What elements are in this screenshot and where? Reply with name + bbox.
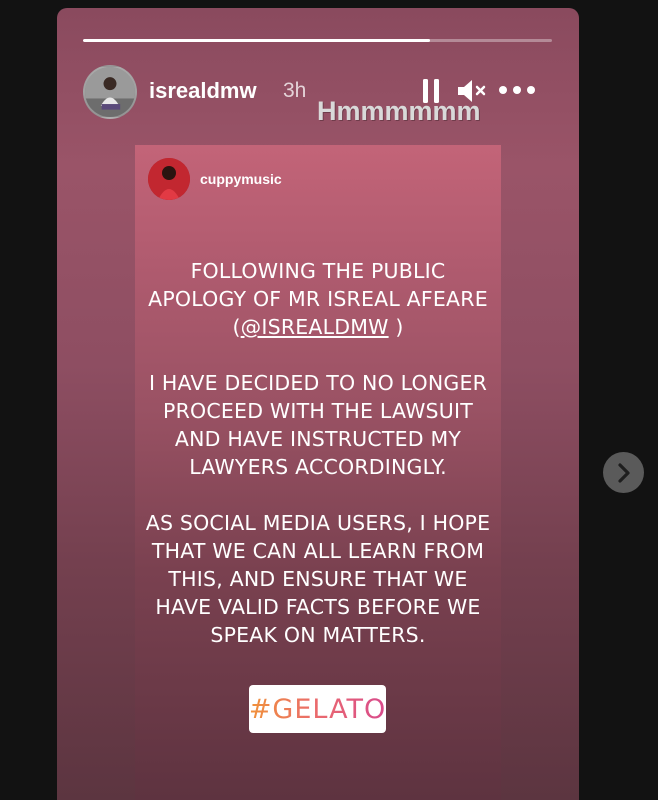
- more-dots-icon: [499, 86, 535, 94]
- repost-avatar[interactable]: [148, 158, 190, 200]
- hashtag-sticker-text: #GELATO: [248, 693, 387, 725]
- post-line: AS SOCIAL MEDIA USERS, I HOPE: [145, 511, 491, 535]
- chevron-right-icon: [617, 462, 630, 483]
- story-progress-bar: [83, 39, 552, 42]
- mention-link[interactable]: @ISREALDMW: [241, 315, 389, 339]
- post-line: I HAVE DECIDED TO NO LONGER: [148, 371, 488, 395]
- reposted-story-card[interactable]: cuppymusic FOLLOWING THE PUBLIC APOLOGY …: [135, 145, 501, 800]
- post-line: AND HAVE INSTRUCTED MY: [174, 427, 462, 451]
- user-avatar[interactable]: [83, 65, 137, 119]
- avatar-photo: [85, 67, 135, 117]
- post-line: PROCEED WITH THE LAWSUIT: [163, 399, 473, 423]
- post-line: SPEAK ON MATTERS.: [210, 623, 426, 647]
- story-viewer[interactable]: isrealdmw 3h Hmmmmmm cuppymusic FOLLOWIN…: [57, 8, 579, 800]
- post-line: LAWYERS ACCORDINGLY.: [189, 455, 447, 479]
- story-caption: Hmmmmmm: [317, 96, 481, 126]
- post-line: APOLOGY OF MR ISREAL AFEARE: [148, 287, 488, 311]
- next-story-button[interactable]: [603, 452, 644, 493]
- post-line: THIS, AND ENSURE THAT WE: [168, 567, 468, 591]
- repost-username[interactable]: cuppymusic: [200, 171, 282, 187]
- repost-avatar-photo: [148, 158, 190, 200]
- post-line: THAT WE CAN ALL LEARN FROM: [151, 539, 485, 563]
- mention-close-paren: ): [388, 315, 404, 339]
- story-username[interactable]: isrealdmw: [149, 78, 257, 104]
- mention-open-paren: (: [232, 315, 241, 339]
- post-line-mention: (@ISREALDMW ): [135, 313, 501, 341]
- more-options-button[interactable]: [497, 78, 537, 102]
- hashtag-sticker[interactable]: #GELATO: [249, 685, 386, 733]
- story-timestamp: 3h: [283, 79, 307, 102]
- post-line: FOLLOWING THE PUBLIC: [190, 259, 446, 283]
- post-text-block: FOLLOWING THE PUBLIC APOLOGY OF MR ISREA…: [135, 257, 501, 649]
- story-progress-fill: [83, 39, 431, 42]
- post-line: HAVE VALID FACTS BEFORE WE: [155, 595, 481, 619]
